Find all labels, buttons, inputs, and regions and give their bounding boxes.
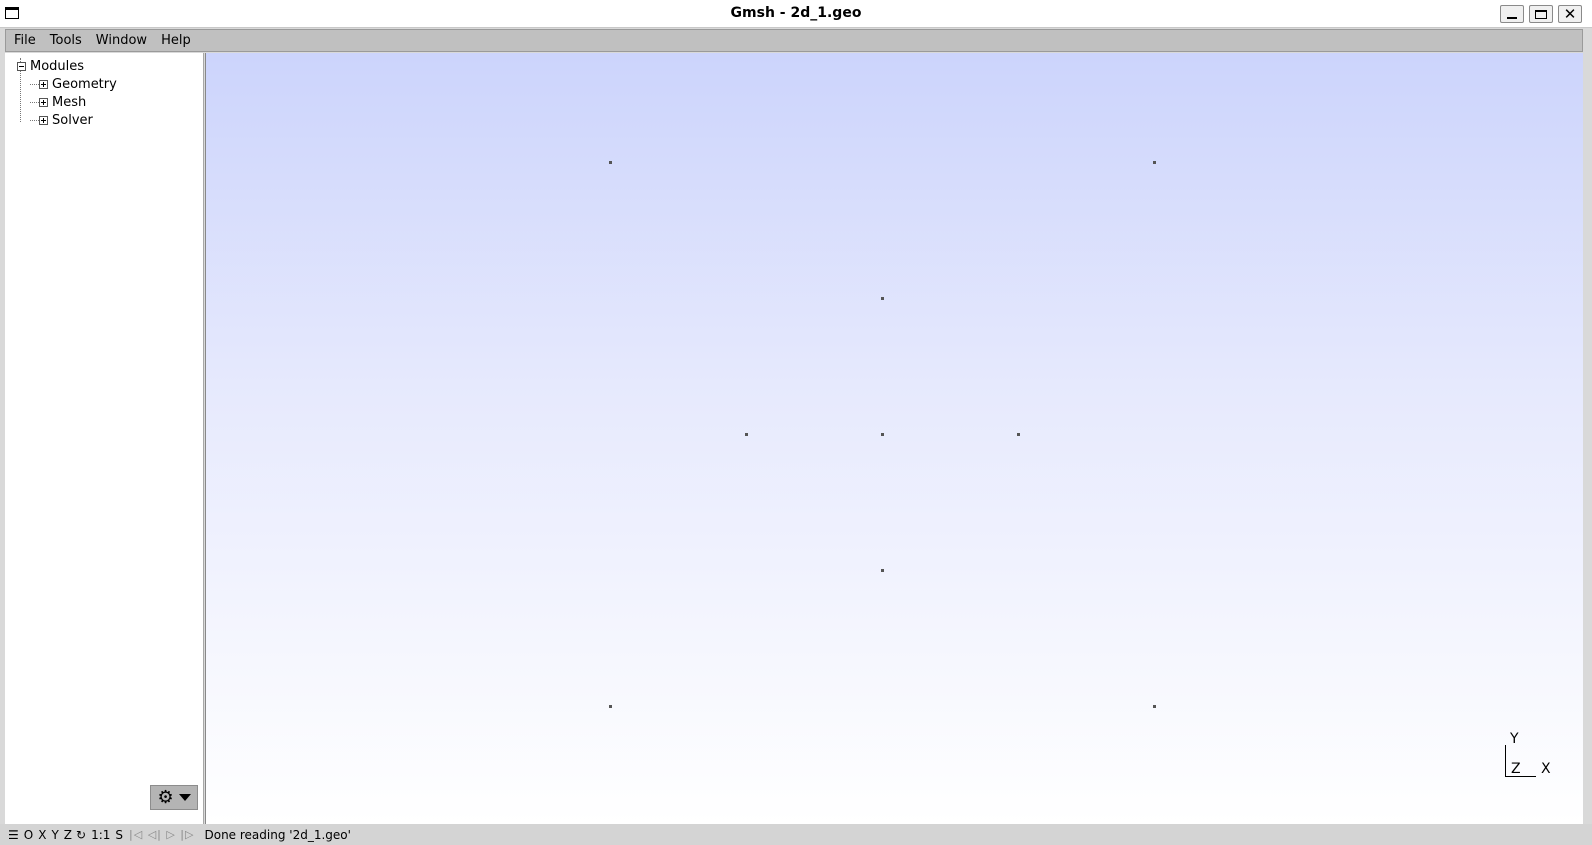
tree-connector — [30, 83, 39, 85]
menu-tools[interactable]: Tools — [45, 33, 87, 48]
status-message: Done reading '2d_1.geo' — [204, 827, 351, 842]
minimize-button[interactable] — [1500, 5, 1524, 23]
tree-item-label: Modules — [30, 58, 85, 74]
tree-item-modules[interactable]: Modules — [17, 57, 84, 75]
axis-y-label: Y — [1510, 731, 1519, 747]
expand-icon[interactable] — [39, 79, 48, 89]
tree-connector — [30, 101, 39, 103]
maximize-icon — [1535, 9, 1547, 19]
axis-z-label: Z — [1511, 761, 1521, 777]
geometry-point[interactable] — [881, 569, 884, 572]
geometry-point[interactable] — [881, 297, 884, 300]
geometry-point[interactable] — [1153, 705, 1156, 708]
hamburger-icon[interactable]: ☰ — [8, 828, 19, 842]
geometry-point[interactable] — [881, 433, 884, 436]
tree-item-label: Geometry — [52, 76, 117, 92]
geometry-point[interactable] — [1017, 433, 1020, 436]
geometry-point[interactable] — [745, 433, 748, 436]
select-button[interactable]: S — [115, 828, 123, 842]
gear-icon: ⚙ — [157, 786, 174, 808]
tree-item-solver[interactable]: Solver — [30, 111, 93, 129]
axis-y-line — [1505, 745, 1506, 777]
playback-nav-icons[interactable]: |◁ ◁| ▷ |▷ — [129, 828, 194, 841]
scale-1-1-button[interactable]: 1:1 — [91, 828, 110, 842]
minimize-icon — [1507, 17, 1517, 19]
title-bar: Gmsh - 2d_1.geo ✕ — [0, 0, 1592, 28]
maximize-button[interactable] — [1529, 5, 1553, 23]
chevron-down-icon — [178, 794, 191, 801]
geometry-point[interactable] — [609, 161, 612, 164]
rotate-icon[interactable]: ↻ — [76, 828, 86, 842]
view-x-button[interactable]: X — [38, 828, 46, 842]
collapse-icon[interactable] — [17, 61, 26, 71]
tree-item-geometry[interactable]: Geometry — [30, 75, 117, 93]
options-menu-button[interactable]: ⚙ — [150, 785, 198, 810]
tree-item-mesh[interactable]: Mesh — [30, 93, 86, 111]
menu-bar: File Tools Window Help — [5, 29, 1583, 52]
expand-icon[interactable] — [39, 97, 48, 107]
axis-x-label: X — [1541, 761, 1551, 777]
close-icon: ✕ — [1563, 5, 1577, 23]
tree-connector — [30, 119, 39, 121]
tree-item-label: Mesh — [52, 94, 87, 110]
status-bar: ☰ O X Y Z ↻ 1:1 S |◁ ◁| ▷ |▷ Done readin… — [0, 824, 1592, 845]
menu-file[interactable]: File — [9, 33, 41, 48]
view-z-button[interactable]: Z — [64, 828, 72, 842]
module-tree: Modules Geometry Mesh Solver — [5, 53, 204, 824]
geometry-point[interactable] — [1153, 161, 1156, 164]
geometry-point[interactable] — [609, 705, 612, 708]
expand-icon[interactable] — [39, 115, 48, 125]
axes-indicator: Y Z X — [1505, 731, 1575, 791]
window-title: Gmsh - 2d_1.geo — [730, 5, 862, 21]
view-y-button[interactable]: Y — [51, 828, 58, 842]
menu-window[interactable]: Window — [91, 33, 152, 48]
close-button[interactable]: ✕ — [1558, 5, 1582, 23]
view-origin-button[interactable]: O — [24, 828, 33, 842]
menu-help[interactable]: Help — [156, 33, 196, 48]
tree-item-label: Solver — [52, 112, 93, 128]
graphics-viewport[interactable]: Y Z X — [205, 53, 1583, 824]
